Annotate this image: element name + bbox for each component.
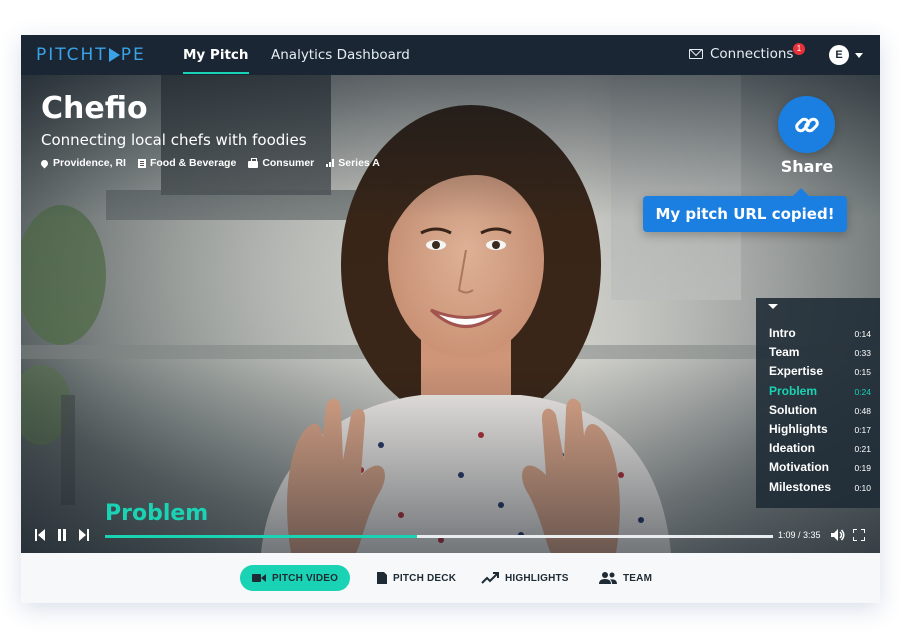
chapter-item[interactable]: Solution 0:48 [769, 403, 871, 417]
mail-icon [689, 49, 703, 59]
share-label[interactable]: Share [779, 157, 835, 176]
chapter-label: Expertise [769, 364, 824, 379]
chapter-label: Milestones [769, 479, 832, 494]
current-chapter-title: Problem [105, 501, 209, 526]
chapters-panel: Intro 0:14 Team 0:33 Expertise 0:15 Problem 0:2… [756, 298, 880, 508]
company-meta: Providence, RI Food & Beverage Consumer … [39, 157, 380, 169]
document-icon [377, 572, 387, 584]
video-camera-icon [252, 574, 266, 582]
chapter-label: Ideation [769, 441, 816, 456]
chapter-duration: 0:17 [854, 425, 871, 435]
copied-toast: My pitch URL copied! [643, 188, 847, 232]
volume-icon[interactable] [831, 529, 845, 541]
people-icon [599, 572, 617, 584]
progress-fill [105, 535, 417, 538]
building-icon [137, 158, 146, 168]
play-icon [108, 48, 120, 62]
chapter-label: Team [769, 345, 800, 360]
chapter-label: Intro [769, 326, 796, 340]
chapter-item[interactable]: Ideation 0:21 [769, 441, 871, 455]
chapter-item[interactable]: Team 0:33 [769, 345, 871, 359]
chapter-label: Solution [769, 402, 817, 417]
trend-up-icon [481, 572, 499, 584]
time-display: 1:09 / 3:35 [778, 530, 821, 540]
chapter-duration: 0:33 [854, 348, 871, 359]
chapter-item[interactable]: Motivation 0:19 [769, 460, 871, 474]
pause-icon[interactable] [57, 529, 67, 541]
chapter-duration: 0:14 [854, 329, 871, 339]
pitch-section-tabs: PITCH VIDEO PITCH DECK HIGHLIGHTS TEAM [21, 553, 880, 603]
notification-badge: 1 [793, 43, 805, 55]
chapter-item[interactable]: Milestones 0:10 [769, 480, 871, 494]
fullscreen-icon[interactable] [853, 529, 865, 541]
chapter-duration: 0:19 [854, 463, 871, 474]
next-chapter-icon[interactable] [79, 529, 89, 541]
tab-analytics-dashboard[interactable]: Analytics Dashboard [271, 47, 410, 63]
chapter-item[interactable]: Intro 0:14 [769, 326, 871, 340]
signal-bars-icon [326, 159, 335, 167]
tab-highlights[interactable]: HIGHLIGHTS [481, 565, 569, 591]
share-button[interactable] [778, 96, 835, 153]
pitch-video-player[interactable]: Chefio Connecting local chefs with foodi… [21, 75, 880, 553]
chevron-down-icon[interactable] [855, 53, 863, 58]
connections-label: Connections [710, 46, 794, 62]
previous-chapter-icon[interactable] [35, 529, 45, 541]
link-icon [794, 117, 819, 132]
tab-team[interactable]: TEAM [599, 565, 652, 591]
chapter-duration: 0:10 [854, 482, 871, 493]
chapter-duration: 0:24 [854, 386, 871, 397]
tab-pitch-video[interactable]: PITCH VIDEO [240, 565, 351, 591]
chevron-down-icon[interactable] [768, 304, 778, 309]
tab-my-pitch[interactable]: My Pitch [183, 47, 249, 74]
meta-market: Consumer [248, 157, 314, 169]
chapter-item[interactable]: Problem 0:24 [769, 384, 871, 398]
chapter-label: Motivation [769, 460, 829, 475]
chapter-item[interactable]: Highlights 0:17 [769, 422, 871, 436]
meta-stage: Series A [326, 157, 380, 169]
chapter-label: Problem [769, 383, 818, 398]
company-tagline: Connecting local chefs with foodies [41, 131, 307, 149]
meta-industry: Food & Beverage [137, 157, 236, 169]
app-window: PITCHT PE My Pitch Analytics Dashboard Co… [21, 35, 880, 603]
progress-bar[interactable] [105, 535, 773, 538]
top-navigation: PITCHT PE My Pitch Analytics Dashboard Co… [21, 35, 880, 75]
tab-pitch-deck[interactable]: PITCH DECK [377, 565, 456, 591]
chapter-duration: 0:21 [854, 444, 871, 455]
user-avatar[interactable]: E [829, 45, 849, 65]
pitchtape-logo[interactable]: PITCHT PE [36, 45, 146, 65]
location-pin-icon [39, 158, 50, 168]
meta-location: Providence, RI [39, 157, 126, 169]
connections-link[interactable]: Connections [689, 46, 793, 62]
company-name: Chefio [41, 91, 148, 126]
briefcase-icon [248, 157, 259, 168]
chapter-duration: 0:48 [854, 405, 871, 416]
chapter-duration: 0:15 [854, 367, 871, 378]
chapter-label: Highlights [769, 422, 828, 436]
chapter-item[interactable]: Expertise 0:15 [769, 364, 871, 378]
